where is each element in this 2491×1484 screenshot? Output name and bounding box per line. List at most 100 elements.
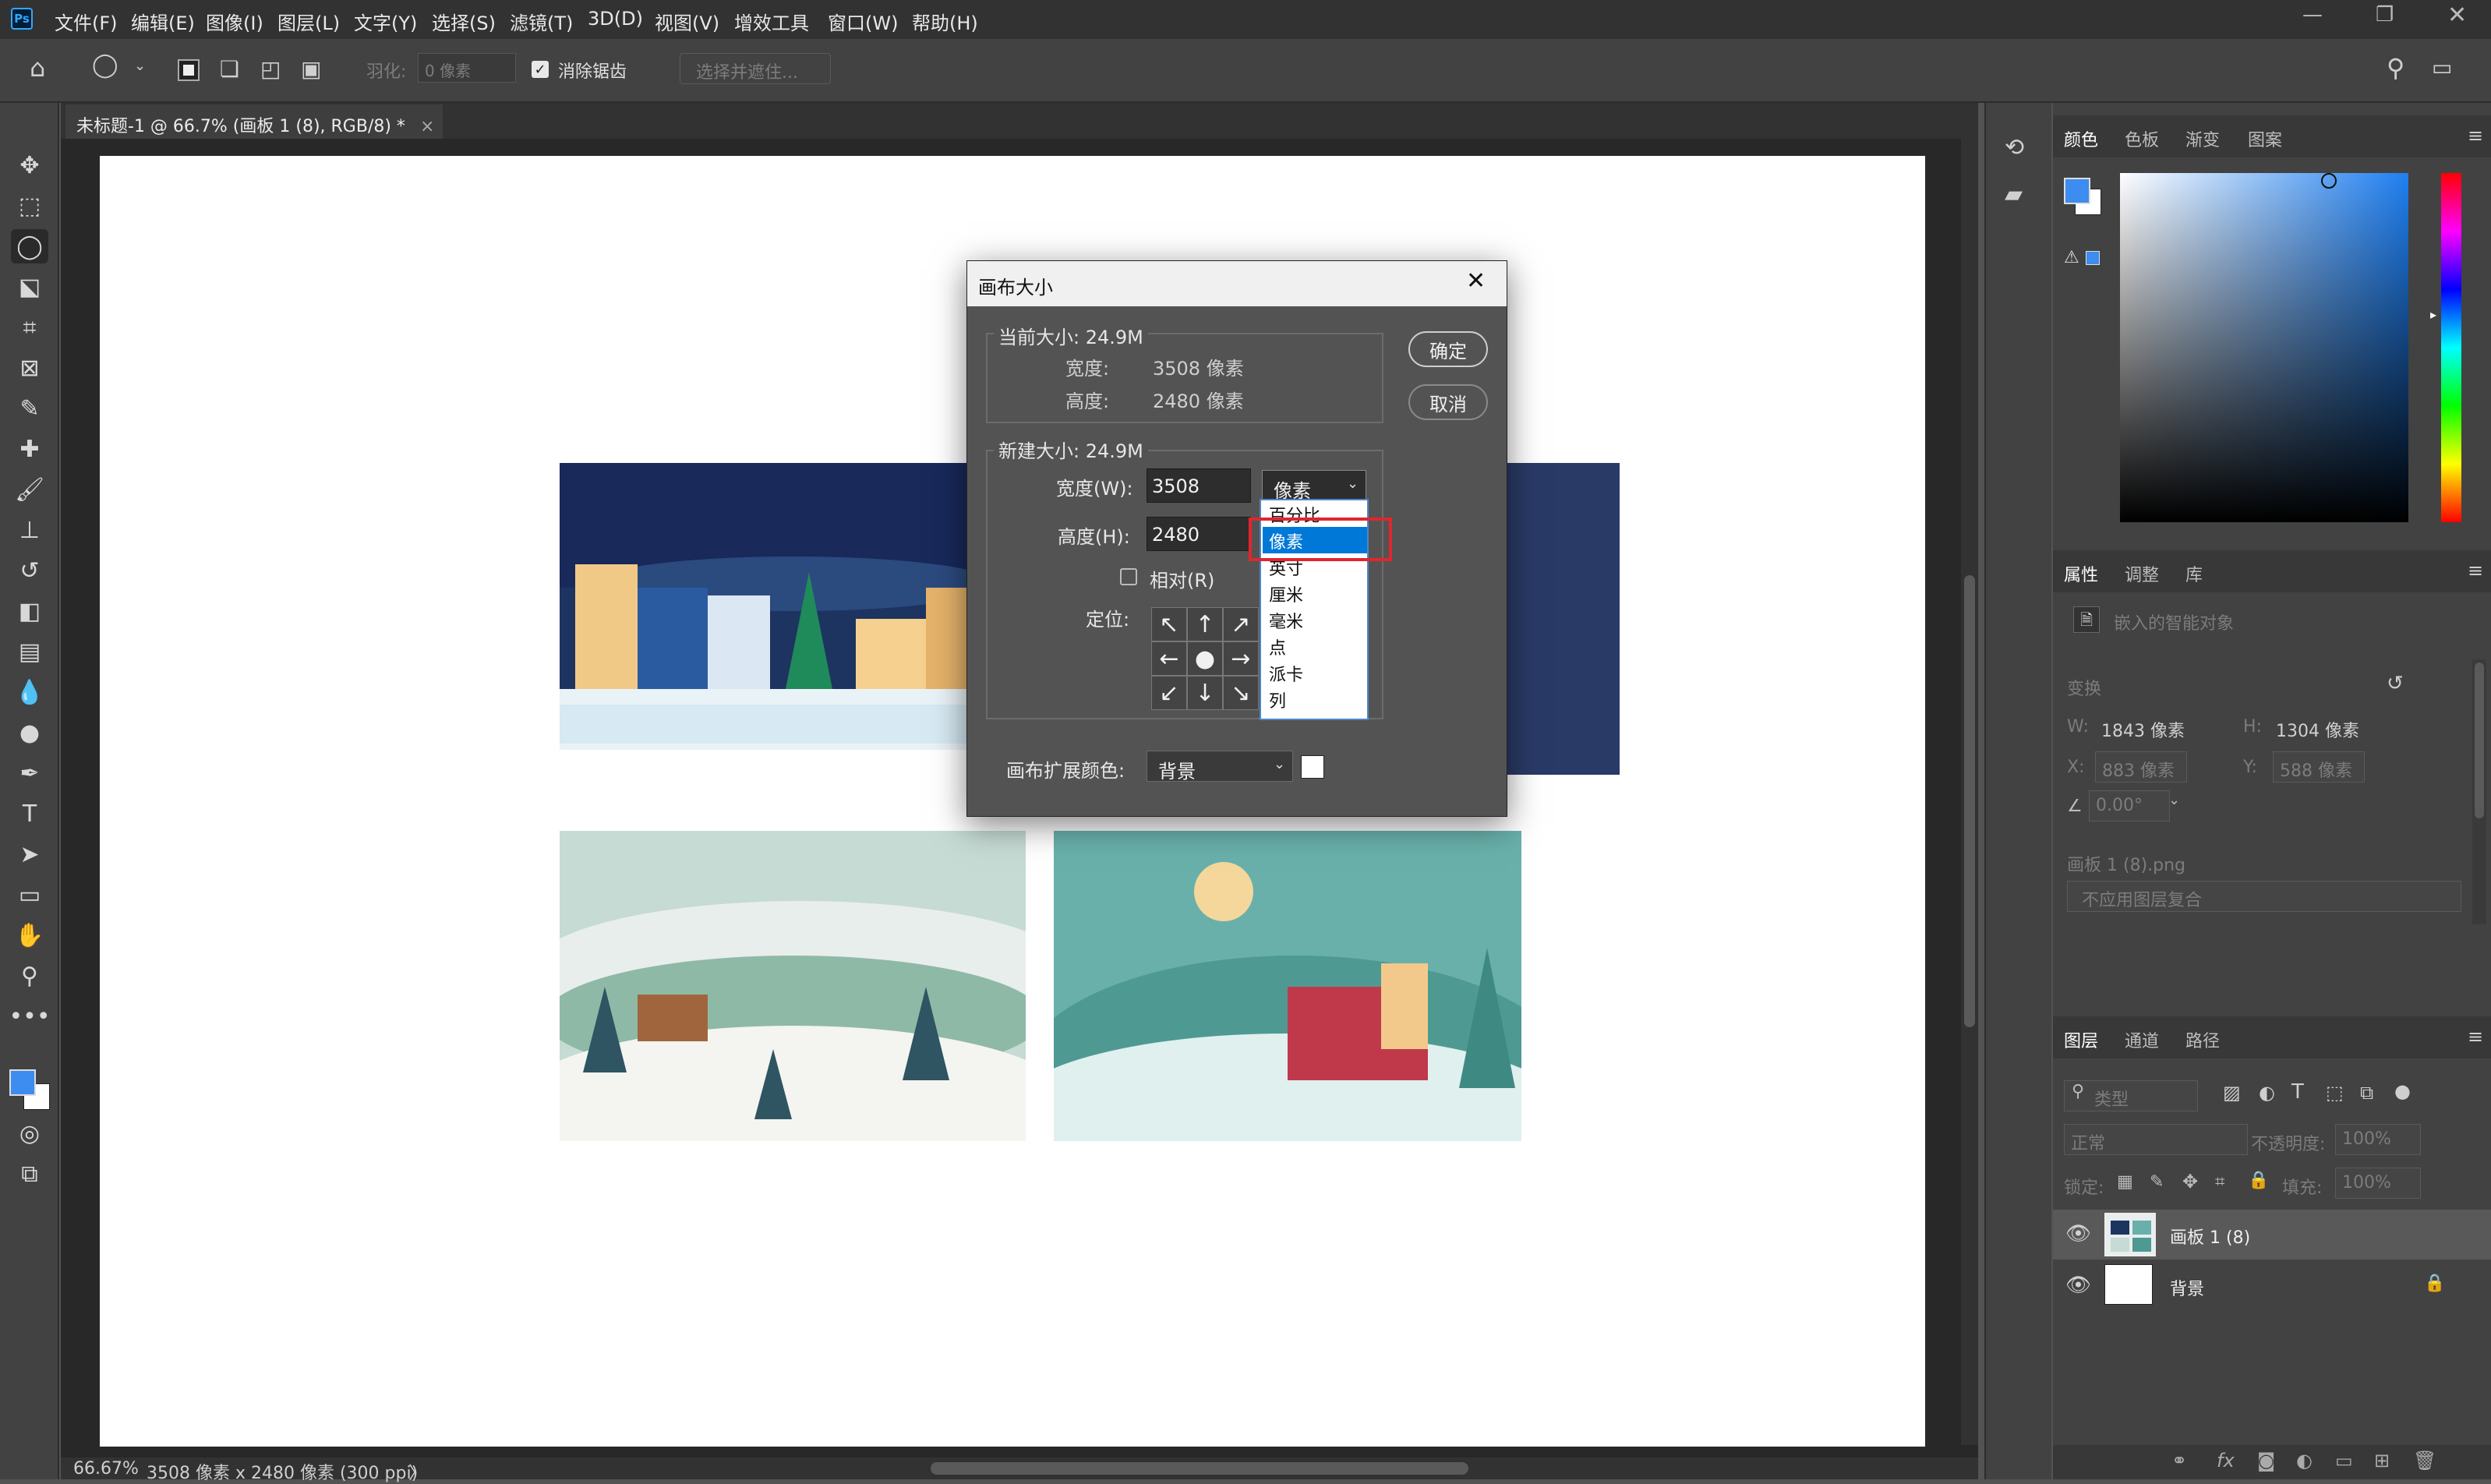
history-panel-icon[interactable]: ⟲ <box>2005 134 2024 161</box>
tab-libraries[interactable]: 库 <box>2185 561 2203 586</box>
panel-menu-icon[interactable]: ≡ <box>2468 125 2483 147</box>
restore-icon[interactable]: ❐ <box>2376 3 2394 26</box>
blend-mode-select[interactable]: 正常 <box>2064 1124 2248 1155</box>
tab-properties[interactable]: 属性 <box>2064 561 2098 586</box>
anchor-center-icon[interactable]: ● <box>1187 641 1223 676</box>
crop-tool-icon[interactable]: ⌗ <box>11 310 48 344</box>
ok-button[interactable]: 确定 <box>1408 331 1488 367</box>
extension-color-select[interactable]: 背景 ⌄ <box>1147 751 1293 783</box>
unit-select[interactable]: 像素 ⌄ <box>1262 470 1366 502</box>
anchor-bottom-left-icon[interactable]: ↙ <box>1151 676 1187 710</box>
tab-layers[interactable]: 图层 <box>2064 1027 2098 1052</box>
selection-add-icon[interactable]: ❏ <box>220 56 239 82</box>
selection-intersect-icon[interactable]: ▣ <box>301 56 321 82</box>
selection-subtract-icon[interactable]: ◰ <box>260 56 281 82</box>
antialias-checkbox[interactable]: ✓ <box>532 61 549 78</box>
unit-option-columns[interactable]: 列 <box>1263 686 1367 712</box>
image-snow-hills[interactable] <box>560 831 1026 1141</box>
pen-tool-icon[interactable]: ✒ <box>11 756 48 790</box>
opacity-field[interactable]: 100% <box>2335 1124 2421 1155</box>
hue-slider[interactable] <box>2441 173 2461 522</box>
blur-tool-icon[interactable]: 💧 <box>11 675 48 709</box>
menu-window[interactable]: 窗口(W) <box>828 8 898 35</box>
type-tool-icon[interactable]: T <box>11 797 48 831</box>
anchor-top-icon[interactable]: ↑ <box>1187 607 1223 641</box>
layer-row[interactable]: 👁 画板 1 (8) <box>2053 1210 2491 1260</box>
filter-type-icon[interactable]: T <box>2291 1080 2304 1104</box>
layer-row[interactable]: 👁 背景 🔒 <box>2053 1261 2491 1311</box>
lock-all-icon[interactable]: 🔒 <box>2248 1171 2269 1190</box>
anchor-left-icon[interactable]: ← <box>1151 641 1187 676</box>
lock-artboard-icon[interactable]: ⌗ <box>2215 1172 2224 1192</box>
visibility-eye-icon[interactable]: 👁 <box>2065 1222 2091 1246</box>
healing-brush-icon[interactable]: ✚ <box>11 432 48 466</box>
web-safe-swatch[interactable] <box>2086 251 2100 265</box>
menu-3d[interactable]: 3D(D) <box>588 8 643 30</box>
unit-option-mm[interactable]: 毫米 <box>1263 606 1367 633</box>
tab-color[interactable]: 颜色 <box>2064 126 2098 151</box>
eraser-tool-icon[interactable]: ◧ <box>11 594 48 628</box>
panel-menu-icon[interactable]: ≡ <box>2468 560 2483 581</box>
anchor-top-left-icon[interactable]: ↖ <box>1151 607 1187 641</box>
menu-file[interactable]: 文件(F) <box>55 8 118 35</box>
dodge-tool-icon[interactable]: ● <box>11 716 48 750</box>
delete-layer-icon[interactable]: 🗑 <box>2413 1450 2436 1472</box>
fill-field[interactable]: 100% <box>2335 1168 2421 1199</box>
gamut-warning-icon[interactable]: ⚠ <box>2064 248 2079 267</box>
move-tool-icon[interactable]: ✥ <box>11 148 48 182</box>
eyedropper-tool-icon[interactable]: ✎ <box>11 391 48 426</box>
path-select-icon[interactable]: ➤ <box>11 837 48 871</box>
anchor-top-right-icon[interactable]: ↗ <box>1223 607 1259 641</box>
search-icon[interactable]: ⚲ <box>2387 53 2404 83</box>
menu-filter[interactable]: 滤镜(T) <box>510 8 573 35</box>
document-info[interactable]: 3508 像素 x 2480 像素 (300 ppi) <box>147 1459 418 1484</box>
quick-mask-icon[interactable]: ◎ <box>11 1116 48 1150</box>
filter-smart-icon[interactable]: ⧉ <box>2360 1082 2373 1104</box>
anchor-bottom-right-icon[interactable]: ↘ <box>1223 676 1259 710</box>
menu-layer[interactable]: 图层(L) <box>277 8 340 35</box>
unit-option-points[interactable]: 点 <box>1263 633 1367 659</box>
zoom-tool-icon[interactable]: ⚲ <box>11 959 48 993</box>
adjustment-layer-icon[interactable]: ◐ <box>2296 1450 2313 1472</box>
hand-tool-icon[interactable]: ✋ <box>11 918 48 952</box>
new-group-icon[interactable]: ▭ <box>2335 1450 2353 1472</box>
screen-mode-icon[interactable]: ⧉ <box>11 1157 48 1191</box>
filter-toggle-icon[interactable]: ● <box>2394 1080 2411 1102</box>
lock-paint-icon[interactable]: ✎ <box>2150 1172 2164 1192</box>
comments-panel-icon[interactable]: ▰ <box>2005 181 2023 208</box>
image-night-village[interactable] <box>560 463 1019 750</box>
feather-input[interactable]: 0 像素 <box>418 53 516 83</box>
menu-view[interactable]: 视图(V) <box>655 8 719 35</box>
x-field[interactable]: 883 像素 <box>2095 751 2187 783</box>
tab-swatches[interactable]: 色板 <box>2125 126 2159 151</box>
menu-edit[interactable]: 编辑(E) <box>131 8 195 35</box>
history-brush-icon[interactable]: ↺ <box>11 553 48 588</box>
object-select-tool-icon[interactable]: ⬕ <box>11 270 48 304</box>
tab-paths[interactable]: 路径 <box>2185 1027 2220 1052</box>
relative-checkbox[interactable] <box>1120 568 1137 585</box>
home-icon[interactable]: ⌂ <box>30 53 45 83</box>
close-tab-icon[interactable]: × <box>420 117 434 136</box>
workspace-icon[interactable]: ▭ <box>2432 55 2452 80</box>
rectangle-tool-icon[interactable]: ▭ <box>11 878 48 912</box>
layer-name[interactable]: 背景 <box>2170 1275 2204 1300</box>
cancel-button[interactable]: 取消 <box>1408 384 1488 420</box>
tab-patterns[interactable]: 图案 <box>2248 126 2282 151</box>
angle-field[interactable]: 0.00° <box>2089 790 2170 822</box>
dialog-close-icon[interactable]: ✕ <box>1466 267 1486 295</box>
angle-dropdown-icon[interactable]: ⌄ <box>2168 792 2187 820</box>
menu-select[interactable]: 选择(S) <box>432 8 496 35</box>
panel-menu-icon[interactable]: ≡ <box>2468 1026 2483 1048</box>
marquee-tool-icon[interactable]: ⬚ <box>11 189 48 223</box>
status-arrow-icon[interactable]: 〉 <box>408 1459 426 1484</box>
more-tools-icon[interactable]: ••• <box>9 999 50 1034</box>
tab-adjustments[interactable]: 调整 <box>2125 561 2159 586</box>
tab-channels[interactable]: 通道 <box>2125 1027 2159 1052</box>
horizontal-scroll-thumb[interactable] <box>931 1462 1468 1475</box>
menu-type[interactable]: 文字(Y) <box>354 8 417 35</box>
filter-shape-icon[interactable]: ⬚ <box>2326 1082 2344 1104</box>
brush-tool-icon[interactable]: 🖌 <box>11 472 48 507</box>
filter-pixel-icon[interactable]: ▨ <box>2223 1082 2241 1104</box>
tab-gradients[interactable]: 渐变 <box>2185 126 2220 151</box>
new-layer-icon[interactable]: ⊞ <box>2374 1450 2390 1472</box>
